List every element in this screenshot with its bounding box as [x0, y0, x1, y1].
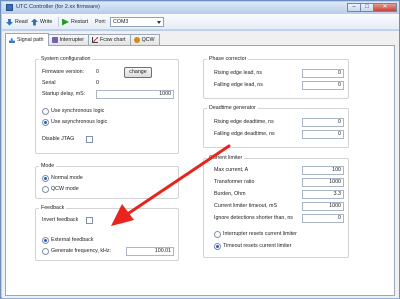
async-logic-label: Use asynchronous logic	[51, 119, 108, 125]
group-title: Mode	[39, 163, 57, 170]
mode-group: Mode Normal mode QCW mode	[35, 163, 179, 199]
deadtime-generator-group: Deadtime generator Rising edge deadtime,…	[203, 105, 349, 148]
tab-fcsw-chart[interactable]: Fcsw chart	[87, 34, 131, 45]
tab-signal-path[interactable]: Signal path	[5, 33, 49, 46]
application-window: UTC Controller (for 2.xx firmware) – □ ✕…	[0, 0, 400, 298]
rising-edge-deadtime-input[interactable]: 0	[302, 118, 344, 127]
group-title: Deadtime generator	[207, 105, 258, 112]
signal-icon	[9, 38, 15, 43]
change-firmware-button[interactable]: change	[124, 67, 152, 78]
read-label: Read	[15, 19, 28, 25]
serial-value: 0	[96, 80, 99, 86]
falling-edge-lead-label: Falling edge lead, ns	[214, 82, 263, 88]
close-button[interactable]: ✕	[373, 3, 397, 12]
qcw-mode-label: QCW mode	[51, 186, 79, 192]
toolbar-separator	[58, 17, 59, 27]
tab-qcw[interactable]: QCW	[129, 34, 160, 45]
burden-input[interactable]: 3.3	[302, 190, 344, 199]
current-limiter-timeout-label: Current limiter timeout, mS	[214, 203, 277, 209]
max-current-input[interactable]: 100	[302, 166, 344, 175]
toolbar: Read Write Restart Port: COM3	[2, 14, 399, 30]
window-controls: – □ ✕	[347, 3, 397, 12]
group-title: Current limiter	[207, 155, 245, 162]
window-title: UTC Controller (for 2.xx firmware)	[16, 4, 100, 10]
invert-feedback-checkbox[interactable]	[86, 217, 93, 224]
maximize-button[interactable]: □	[360, 3, 374, 12]
transformer-ratio-label: Transformer ratio	[214, 179, 255, 185]
chart-icon	[91, 37, 98, 43]
read-icon	[6, 18, 13, 26]
interrupter-resets-label: Interrupter resets current limiter	[223, 231, 297, 237]
timeout-resets-radio[interactable]	[214, 243, 221, 250]
tab-label: Fcsw chart	[99, 37, 126, 43]
normal-mode-radio[interactable]	[42, 175, 49, 182]
falling-edge-deadtime-label: Falling edge deadtime, ns	[214, 131, 275, 137]
current-limiter-timeout-input[interactable]: 1000	[302, 202, 344, 211]
chevron-down-icon	[156, 20, 162, 25]
tab-strip: Signal path Interrupter Fcsw chart QCW	[5, 33, 160, 46]
falling-edge-deadtime-input[interactable]: 0	[302, 130, 344, 139]
async-logic-radio[interactable]	[42, 119, 49, 126]
generate-frequency-label: Generate frequency, kHz:	[51, 248, 111, 254]
serial-label: Serial	[42, 80, 56, 86]
disable-jtag-label: Disable JTAG	[42, 136, 75, 142]
qcw-icon	[133, 37, 140, 43]
interrupter-icon	[51, 37, 58, 43]
disable-jtag-checkbox[interactable]	[86, 136, 93, 143]
external-feedback-label: External feedback	[51, 237, 94, 243]
firmware-version-label: Firmware version:	[42, 69, 85, 75]
restart-icon	[62, 18, 69, 26]
transformer-ratio-input[interactable]: 1000	[302, 178, 344, 187]
sync-logic-radio[interactable]	[42, 108, 49, 115]
interrupter-resets-radio[interactable]	[214, 231, 221, 238]
rising-edge-deadtime-label: Rising edge deadtime, ns	[214, 119, 274, 125]
read-button[interactable]: Read	[6, 17, 28, 27]
falling-edge-lead-input[interactable]: 0	[302, 81, 344, 90]
tab-interrupter[interactable]: Interrupter	[47, 34, 89, 45]
port-select[interactable]: COM3	[110, 17, 164, 27]
system-configuration-group: System configuration Firmware version: 0…	[35, 56, 179, 154]
feedback-group: Feedback Invert feedback External feedba…	[35, 205, 179, 261]
external-feedback-radio[interactable]	[42, 237, 49, 244]
rising-edge-lead-input[interactable]: 0	[302, 69, 344, 78]
group-title: Feedback	[39, 205, 67, 212]
tab-label: Signal path	[17, 37, 44, 43]
startup-delay-input[interactable]: 1000	[96, 90, 174, 99]
group-title: Phase corrector	[207, 56, 249, 63]
port-label: Port:	[95, 19, 107, 25]
app-icon	[6, 4, 13, 11]
main-area: Signal path Interrupter Fcsw chart QCW S…	[2, 31, 399, 298]
tab-label: Interrupter	[59, 37, 84, 43]
write-icon	[31, 18, 38, 26]
current-limiter-group: Current limiter Max current, A 100 Trans…	[203, 155, 349, 258]
minimize-button[interactable]: –	[347, 3, 361, 12]
phase-corrector-group: Phase corrector Rising edge lead, ns 0 F…	[203, 56, 349, 99]
normal-mode-label: Normal mode	[51, 175, 83, 181]
port-value: COM3	[113, 19, 129, 25]
max-current-label: Max current, A	[214, 167, 249, 173]
restart-label: Restart	[71, 19, 89, 25]
write-label: Write	[40, 19, 53, 25]
invert-feedback-label: Invert feedback	[42, 217, 79, 223]
firmware-version-value: 0	[96, 69, 99, 75]
title-bar[interactable]: UTC Controller (for 2.xx firmware) – □ ✕	[2, 2, 399, 14]
generate-frequency-input[interactable]: 100.01	[126, 247, 174, 256]
restart-button[interactable]: Restart	[62, 17, 88, 27]
burden-label: Burden, Ohm	[214, 191, 246, 197]
ignore-detections-label: Ignore detections shorter than, ns	[214, 215, 293, 221]
timeout-resets-label: Timeout resets current limiter	[223, 243, 292, 249]
tab-label: QCW	[141, 37, 155, 43]
signal-path-page: System configuration Firmware version: 0…	[5, 45, 395, 296]
group-title: System configuration	[39, 56, 93, 63]
rising-edge-lead-label: Rising edge lead, ns	[214, 70, 262, 76]
startup-delay-label: Startup delay, mS:	[42, 91, 86, 97]
sync-logic-label: Use synchronous logic	[51, 108, 105, 114]
generate-frequency-radio[interactable]	[42, 248, 49, 255]
ignore-detections-input[interactable]: 0	[302, 214, 344, 223]
write-button[interactable]: Write	[31, 17, 52, 27]
qcw-mode-radio[interactable]	[42, 186, 49, 193]
